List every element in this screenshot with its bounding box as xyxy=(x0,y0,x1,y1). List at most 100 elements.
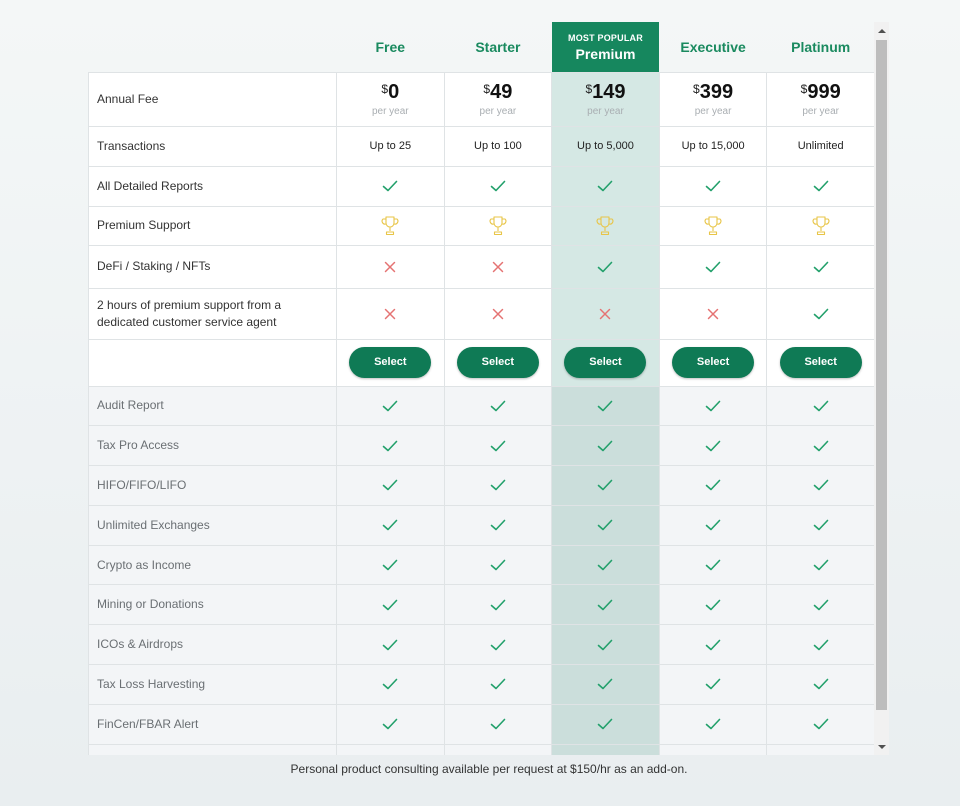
included-value xyxy=(658,544,768,586)
currency-symbol: $ xyxy=(483,81,491,96)
included-value xyxy=(551,425,660,467)
price-period: per year xyxy=(371,105,409,117)
trophy-icon xyxy=(489,215,507,237)
check-icon xyxy=(597,478,613,492)
included-value xyxy=(551,544,660,586)
check-icon xyxy=(382,598,398,612)
included-value xyxy=(658,425,768,467)
included-value xyxy=(551,465,660,506)
included-value xyxy=(336,385,445,427)
included-value xyxy=(551,504,660,546)
feature-value xyxy=(336,165,445,207)
included-value xyxy=(443,465,553,506)
pricing-table-viewport: Free Starter MOST POPULAR Premium Executive P… xyxy=(88,22,889,755)
feature-value xyxy=(551,244,660,289)
check-icon xyxy=(705,717,721,731)
check-icon xyxy=(597,638,613,652)
price-amount: 149 xyxy=(592,80,626,103)
price-amount: 399 xyxy=(699,80,734,103)
included-value xyxy=(658,703,768,745)
price-amount: 0 xyxy=(388,80,400,103)
check-icon xyxy=(813,638,829,652)
feature-value xyxy=(766,205,875,246)
select-premium-button[interactable]: Select xyxy=(564,347,647,378)
included-value xyxy=(336,624,445,666)
select-platinum-button[interactable]: Select xyxy=(779,347,862,378)
check-icon xyxy=(490,399,506,413)
price-cell: $149 per year xyxy=(551,71,660,127)
check-icon xyxy=(597,558,613,572)
feature-value xyxy=(443,244,553,289)
select-starter-button[interactable]: Select xyxy=(456,347,539,378)
row-label: All Detailed Reports xyxy=(88,165,337,207)
check-icon xyxy=(705,179,721,193)
check-icon xyxy=(813,260,829,274)
included-value xyxy=(336,703,445,745)
scroll-up-arrow-icon[interactable] xyxy=(874,22,889,38)
feature-value xyxy=(551,165,660,207)
select-row: Select Select Select Select Select xyxy=(88,338,875,387)
plan-header-platinum: Platinum xyxy=(791,38,851,55)
row-label: Mining or Donations xyxy=(88,584,337,626)
check-icon xyxy=(813,677,829,691)
included-feature-row: Tax Pro Access xyxy=(88,425,875,467)
currency-symbol: $ xyxy=(381,81,389,96)
check-icon xyxy=(490,638,506,652)
included-feature-row: Audit Report xyxy=(88,385,875,427)
check-icon xyxy=(382,399,398,413)
check-icon xyxy=(813,179,829,193)
check-icon xyxy=(813,399,829,413)
feature-value xyxy=(443,205,553,246)
included-value xyxy=(658,504,768,546)
feature-value xyxy=(658,205,768,246)
included-value xyxy=(336,425,445,467)
included-value xyxy=(551,584,660,626)
check-icon xyxy=(490,478,506,492)
cross-icon xyxy=(599,308,611,320)
trophy-icon xyxy=(381,215,399,237)
included-value xyxy=(336,584,445,626)
transactions-value: Up to 100 xyxy=(443,125,553,167)
included-value xyxy=(551,743,660,755)
transactions-value: Unlimited xyxy=(766,125,875,167)
feature-value xyxy=(336,287,445,340)
check-icon xyxy=(490,439,506,453)
included-feature-row: ICOs & Airdrops xyxy=(88,624,875,666)
feature-row: Premium Support xyxy=(88,205,875,246)
check-icon xyxy=(705,558,721,572)
included-value xyxy=(766,544,875,586)
check-icon xyxy=(490,179,506,193)
currency-symbol: $ xyxy=(800,81,808,96)
trophy-icon xyxy=(812,215,830,237)
check-icon xyxy=(382,478,398,492)
price-cell: $49 per year xyxy=(443,71,553,127)
check-icon xyxy=(490,598,506,612)
feature-row: All Detailed Reports xyxy=(88,165,875,207)
select-executive-button[interactable]: Select xyxy=(672,347,755,378)
included-value xyxy=(443,743,553,755)
included-feature-row: Crypto as Income xyxy=(88,544,875,586)
select-cell: Select xyxy=(551,338,660,387)
included-value xyxy=(336,664,445,705)
check-icon xyxy=(382,638,398,652)
feature-value xyxy=(336,244,445,289)
trophy-icon xyxy=(704,215,722,237)
included-feature-row: Mining or Donations xyxy=(88,584,875,626)
cross-icon xyxy=(384,261,396,273)
scroll-thumb[interactable] xyxy=(876,40,887,710)
row-label: Transactions xyxy=(88,125,337,167)
price: $0 xyxy=(381,82,399,102)
transactions-row: Transactions Up to 25 Up to 100 Up to 5,000… xyxy=(88,125,875,167)
price: $999 xyxy=(801,82,841,102)
row-label: Crypto as Income xyxy=(88,544,337,586)
included-value xyxy=(443,703,553,745)
included-value xyxy=(443,504,553,546)
check-icon xyxy=(813,478,829,492)
select-free-button[interactable]: Select xyxy=(349,347,432,378)
vertical-scrollbar[interactable] xyxy=(874,22,889,755)
included-feature-row xyxy=(88,743,875,755)
annual-fee-row: Annual Fee $0 per year $49 per year $149 per y… xyxy=(88,71,875,127)
check-icon xyxy=(490,518,506,532)
scroll-down-arrow-icon[interactable] xyxy=(874,739,889,755)
currency-symbol: $ xyxy=(585,81,593,96)
